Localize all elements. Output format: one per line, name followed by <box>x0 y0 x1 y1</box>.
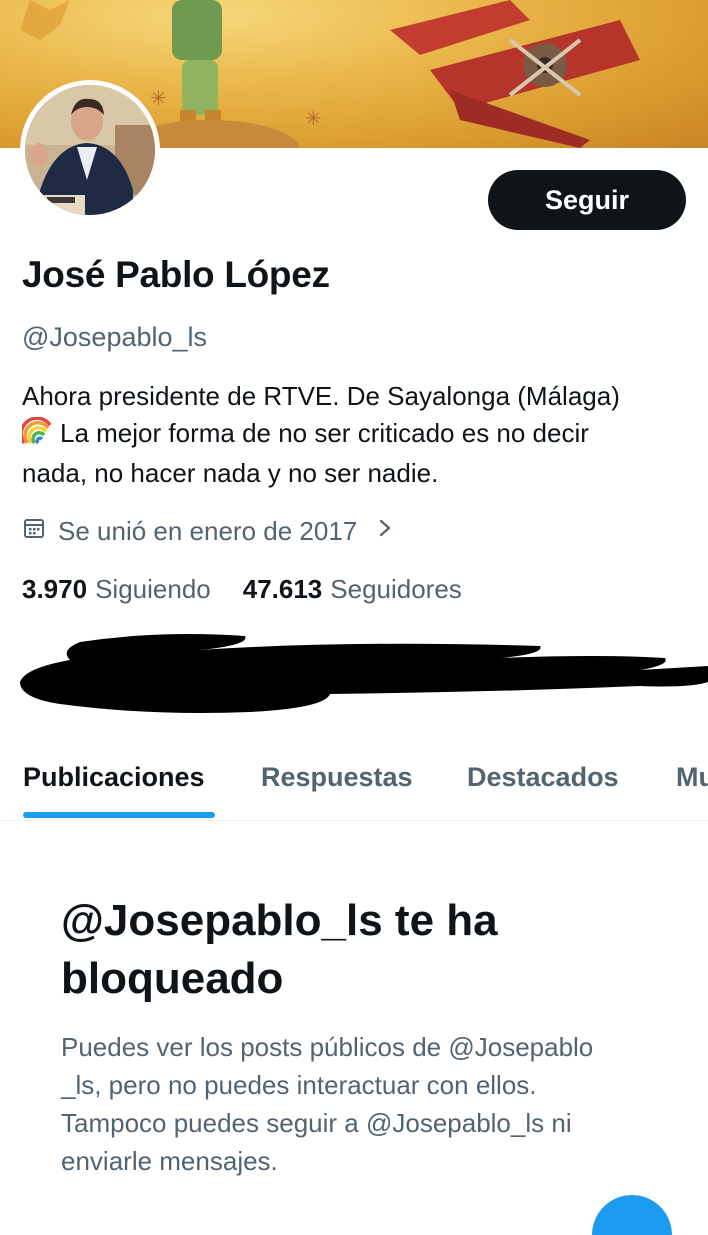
blocked-text-line: Puedes ver los posts públicos de @Josepa… <box>61 1032 594 1062</box>
bio-line: Ahora presidente de RTVE. De Sayalonga (… <box>22 381 620 411</box>
blocked-text-line: enviarle mensajes. <box>61 1146 278 1176</box>
joined-text: Se unió en enero de 2017 <box>58 516 358 546</box>
redaction-scribble <box>20 634 708 713</box>
followers-link[interactable]: 47.613 Seguidores <box>243 574 462 605</box>
following-count: 3.970 <box>22 574 88 604</box>
blocked-title-line: @Josepablo_ls te ha <box>61 896 498 945</box>
tab-publicaciones[interactable]: Publicaciones <box>23 762 205 793</box>
followers-count: 47.613 <box>242 574 323 604</box>
rainbow-emoji-icon <box>19 416 52 455</box>
svg-text:✳: ✳ <box>305 106 322 130</box>
avatar[interactable] <box>25 85 155 215</box>
avatar-photo <box>25 85 155 215</box>
bio-line: La mejor forma de no ser criticado es no… <box>19 415 692 455</box>
calendar-icon <box>22 516 46 547</box>
profile-name: José Pablo López <box>22 254 330 295</box>
bio-line-text: La mejor forma de no ser criticado es no… <box>60 418 589 448</box>
follow-button[interactable]: Seguir <box>488 170 686 230</box>
profile-handle: @Josepablo_ls <box>22 322 208 352</box>
chevron-right-icon <box>377 516 393 547</box>
profile-bio: Ahora presidente de RTVE. De Sayalonga (… <box>19 378 692 492</box>
svg-text:✳: ✳ <box>150 86 167 110</box>
blocked-title-line: bloqueado <box>61 954 284 1003</box>
floating-action-button[interactable] <box>592 1195 672 1235</box>
tab-multimedia[interactable]: Mu <box>676 762 708 793</box>
blocked-title: @Josepablo_ls te ha bloqueado <box>61 892 661 1008</box>
following-link[interactable]: 3.970 Siguiendo <box>22 574 211 605</box>
tab-destacados[interactable]: Destacados <box>467 762 619 793</box>
followers-label: Seguidores <box>330 574 462 604</box>
active-tab-indicator <box>23 812 215 818</box>
bio-line: nada, no hacer nada y no ser nadie. <box>22 458 439 488</box>
blocked-text-line: Tampoco puedes seguir a @Josepablo_ls ni <box>61 1108 572 1138</box>
blocked-text-line: _ls, pero no puedes interactuar con ello… <box>61 1070 537 1100</box>
tab-respuestas[interactable]: Respuestas <box>261 762 413 793</box>
following-label: Siguiendo <box>95 574 211 604</box>
blocked-description: Puedes ver los posts públicos de @Josepa… <box>61 1028 671 1180</box>
profile-tabs: Publicaciones Respuestas Destacados Mu <box>0 750 708 821</box>
joined-date[interactable]: Se unió en enero de 2017 <box>22 516 393 547</box>
profile-stats: 3.970 Siguiendo 47.613 Seguidores <box>22 574 462 605</box>
